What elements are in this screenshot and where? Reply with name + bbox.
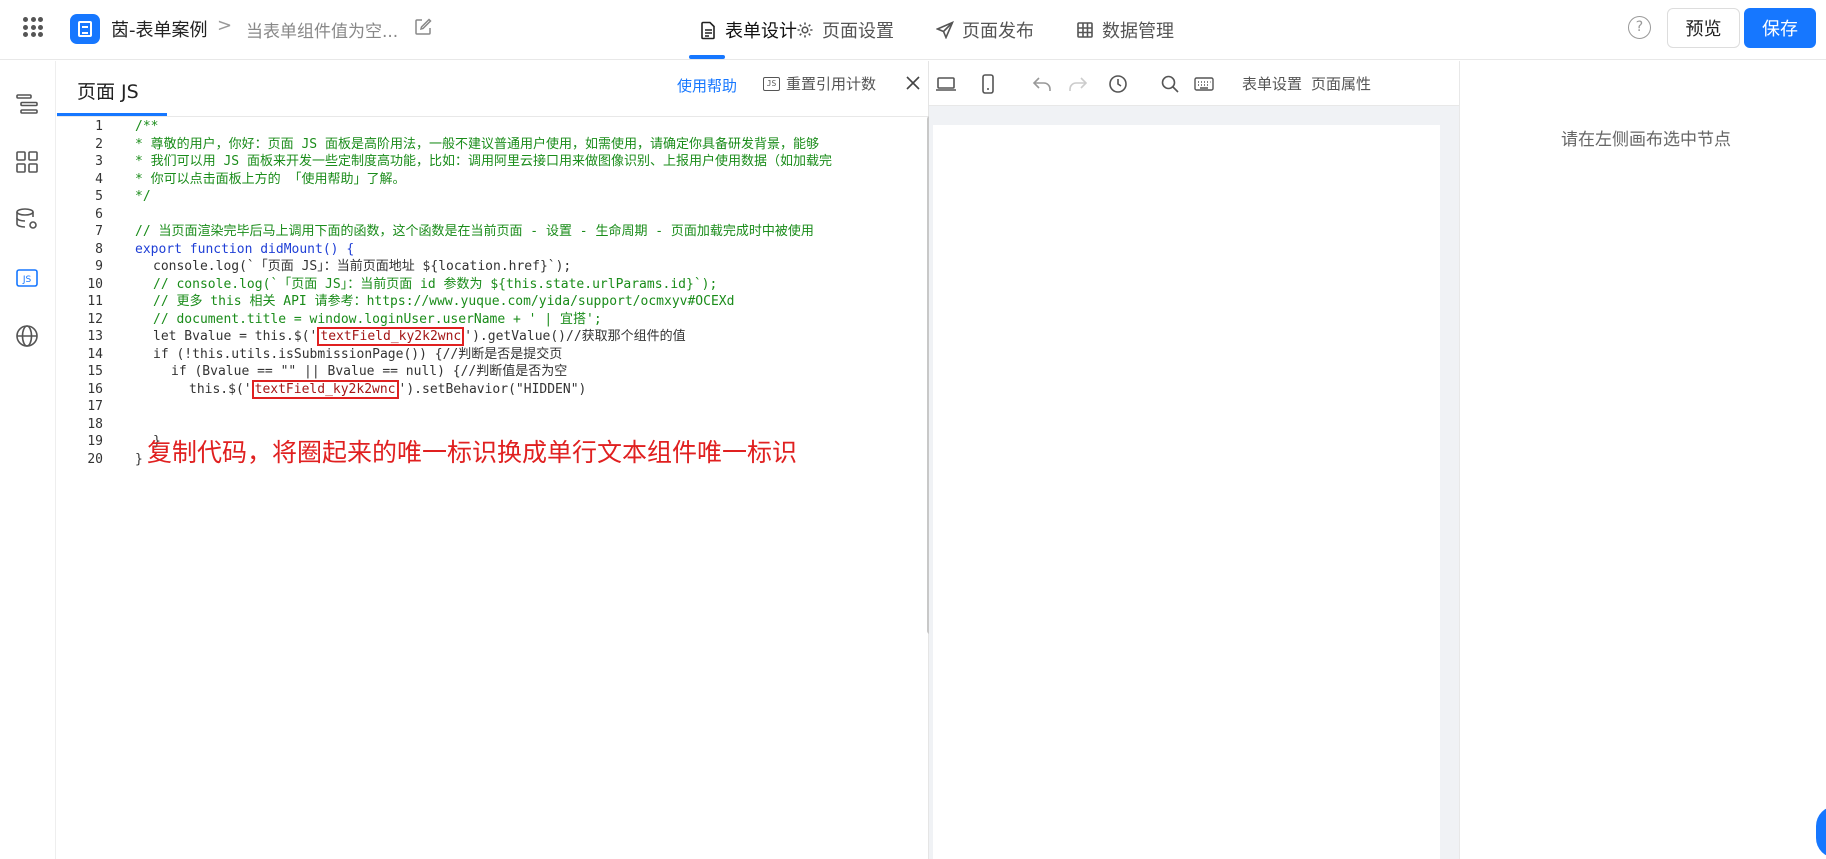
data-source-icon[interactable] — [14, 207, 40, 233]
canvas-toolbar: 表单设置 页面属性 — [929, 61, 1459, 106]
left-sidebar: JS — [0, 61, 56, 859]
tab-page-settings-label: 页面设置 — [822, 21, 894, 42]
history-icon[interactable] — [1107, 73, 1129, 95]
help-icon[interactable]: ? — [1628, 16, 1651, 39]
usage-help-link[interactable]: 使用帮助 — [677, 75, 737, 96]
edit-icon[interactable] — [413, 17, 433, 37]
js-panel: 页面 JS 使用帮助 JS 重置引用计数 1/** 2 * 尊敬的用户，你好：页面… — [57, 61, 929, 859]
top-bar: 茵-表单案例 > 当表单组件值为空... 表单设计 页面设置 页面发布 数据管理 — [0, 0, 1826, 60]
page-name[interactable]: 当表单组件值为空... — [246, 17, 398, 42]
tab-form-design[interactable]: 表单设计 — [700, 0, 797, 60]
js-badge-icon: JS — [763, 76, 780, 91]
form-settings-button[interactable]: 表单设置 — [1242, 73, 1302, 94]
preview-button[interactable]: 预览 — [1667, 8, 1740, 48]
keyboard-icon[interactable] — [1193, 73, 1215, 95]
desktop-view-icon[interactable] — [935, 73, 957, 95]
page-properties-button[interactable]: 页面属性 — [1311, 73, 1371, 94]
globe-icon[interactable] — [14, 323, 40, 349]
tab-form-design-label: 表单设计 — [725, 21, 797, 42]
tab-page-settings[interactable]: 页面设置 — [796, 0, 894, 60]
save-button[interactable]: 保存 — [1744, 8, 1816, 48]
canvas-page[interactable] — [933, 125, 1440, 859]
outline-tree-icon[interactable] — [14, 91, 40, 117]
properties-panel: 请在左侧画布选中节点 — [1459, 61, 1826, 859]
code-editor[interactable]: 1/** 2 * 尊敬的用户，你好：页面 JS 面板是高阶用法，一般不建议普通用户… — [57, 117, 929, 859]
app-logo-icon[interactable] — [70, 14, 100, 44]
table-icon — [1077, 22, 1093, 38]
highlighted-component-id: textField_ky2k2wnc — [251, 379, 399, 399]
gear-icon — [797, 22, 813, 38]
active-tab-indicator — [689, 55, 725, 59]
tab-page-publish[interactable]: 页面发布 — [936, 0, 1034, 60]
search-icon[interactable] — [1159, 73, 1181, 95]
reset-ref-count-label: 重置引用计数 — [786, 75, 877, 93]
tab-data-management-label: 数据管理 — [1102, 21, 1174, 42]
tab-page-publish-label: 页面发布 — [962, 21, 1034, 42]
document-icon — [701, 21, 715, 39]
undo-icon[interactable] — [1031, 73, 1053, 95]
redo-icon[interactable] — [1067, 73, 1089, 95]
breadcrumb-separator: > — [217, 15, 233, 36]
close-icon[interactable] — [903, 73, 923, 93]
panel-title: 页面 JS — [77, 81, 139, 103]
js-code-icon[interactable]: JS — [14, 265, 40, 291]
components-grid-icon[interactable] — [14, 149, 40, 175]
reset-ref-count-button[interactable]: JS 重置引用计数 — [763, 73, 876, 94]
empty-selection-hint: 请在左侧画布选中节点 — [1561, 130, 1731, 150]
app-grid-icon[interactable] — [23, 17, 43, 37]
svg-text:JS: JS — [22, 275, 32, 285]
send-icon — [936, 21, 954, 39]
app-name[interactable]: 茵-表单案例 — [111, 16, 208, 42]
highlighted-component-id: textField_ky2k2wnc — [317, 327, 465, 346]
tab-data-management[interactable]: 数据管理 — [1076, 0, 1174, 60]
instruction-annotation: 复制代码，将圈起来的唯一标识换成单行文本组件唯一标识 — [147, 438, 798, 467]
mobile-view-icon[interactable] — [977, 73, 999, 95]
